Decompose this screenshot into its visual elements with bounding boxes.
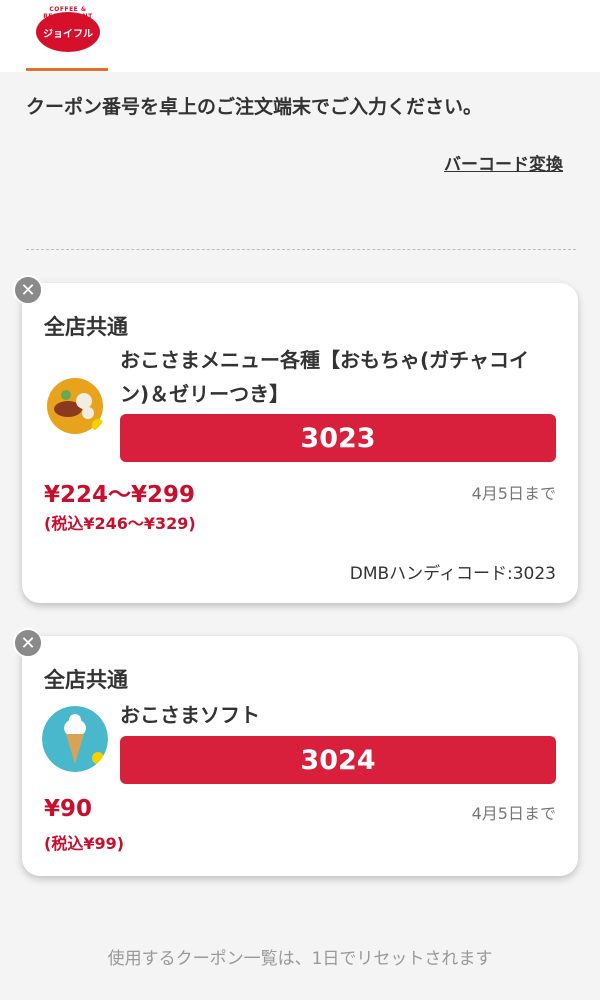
store-label: 全店共通 xyxy=(44,668,128,692)
remove-coupon-button[interactable]: ✕ xyxy=(13,628,43,658)
dmb-handy-code: DMBハンディコード:3023 xyxy=(349,564,556,584)
kids-menu-image xyxy=(42,371,108,437)
coupon-code: 3024 xyxy=(120,736,556,784)
remove-coupon-button[interactable]: ✕ xyxy=(13,275,43,305)
active-tab-indicator xyxy=(26,68,108,71)
coupon-price: ¥90 xyxy=(44,796,93,822)
coupon-price-tax: (税込¥99) xyxy=(44,834,125,853)
coupon-card: 全店共通 おこさまソフト 3024 ¥90 4月5日まで (税込¥99) xyxy=(22,636,578,876)
divider xyxy=(26,249,576,250)
store-label: 全店共通 xyxy=(44,315,128,339)
close-icon: ✕ xyxy=(20,632,36,654)
reset-notice: 使用するクーポン一覧は、1日でリセットされます xyxy=(107,949,493,969)
coupon-expiry: 4月5日まで xyxy=(471,804,556,823)
coupon-expiry: 4月5日まで xyxy=(471,484,556,503)
coupon-price-tax: (税込¥246〜¥329) xyxy=(44,514,196,533)
coupon-card: 全店共通 おこさまメニュー各種【おもちゃ(ガチャコイン)＆ゼリーつき】 3023… xyxy=(22,283,578,603)
logo-text: ジョイフル xyxy=(43,28,93,40)
brand-logo[interactable]: COFFEE & RESTAURANT ジョイフル xyxy=(36,6,100,52)
coupon-item-name: おこさまソフト xyxy=(120,703,260,727)
soft-serve-image xyxy=(42,706,108,772)
barcode-convert-link[interactable]: バーコード変換 xyxy=(444,150,563,175)
app-header: COFFEE & RESTAURANT ジョイフル xyxy=(0,0,600,72)
close-icon: ✕ xyxy=(20,279,36,301)
coupon-price: ¥224〜¥299 xyxy=(44,482,196,508)
coupon-item-name: おこさまメニュー各種【おもちゃ(ガチャコイン)＆ゼリーつき】 xyxy=(120,348,529,406)
logo-top-text: COFFEE & RESTAURANT xyxy=(43,6,93,20)
coupon-code: 3023 xyxy=(120,414,556,462)
instruction-text: クーポン番号を卓上のご注文端末でご入力ください。 xyxy=(26,96,483,118)
